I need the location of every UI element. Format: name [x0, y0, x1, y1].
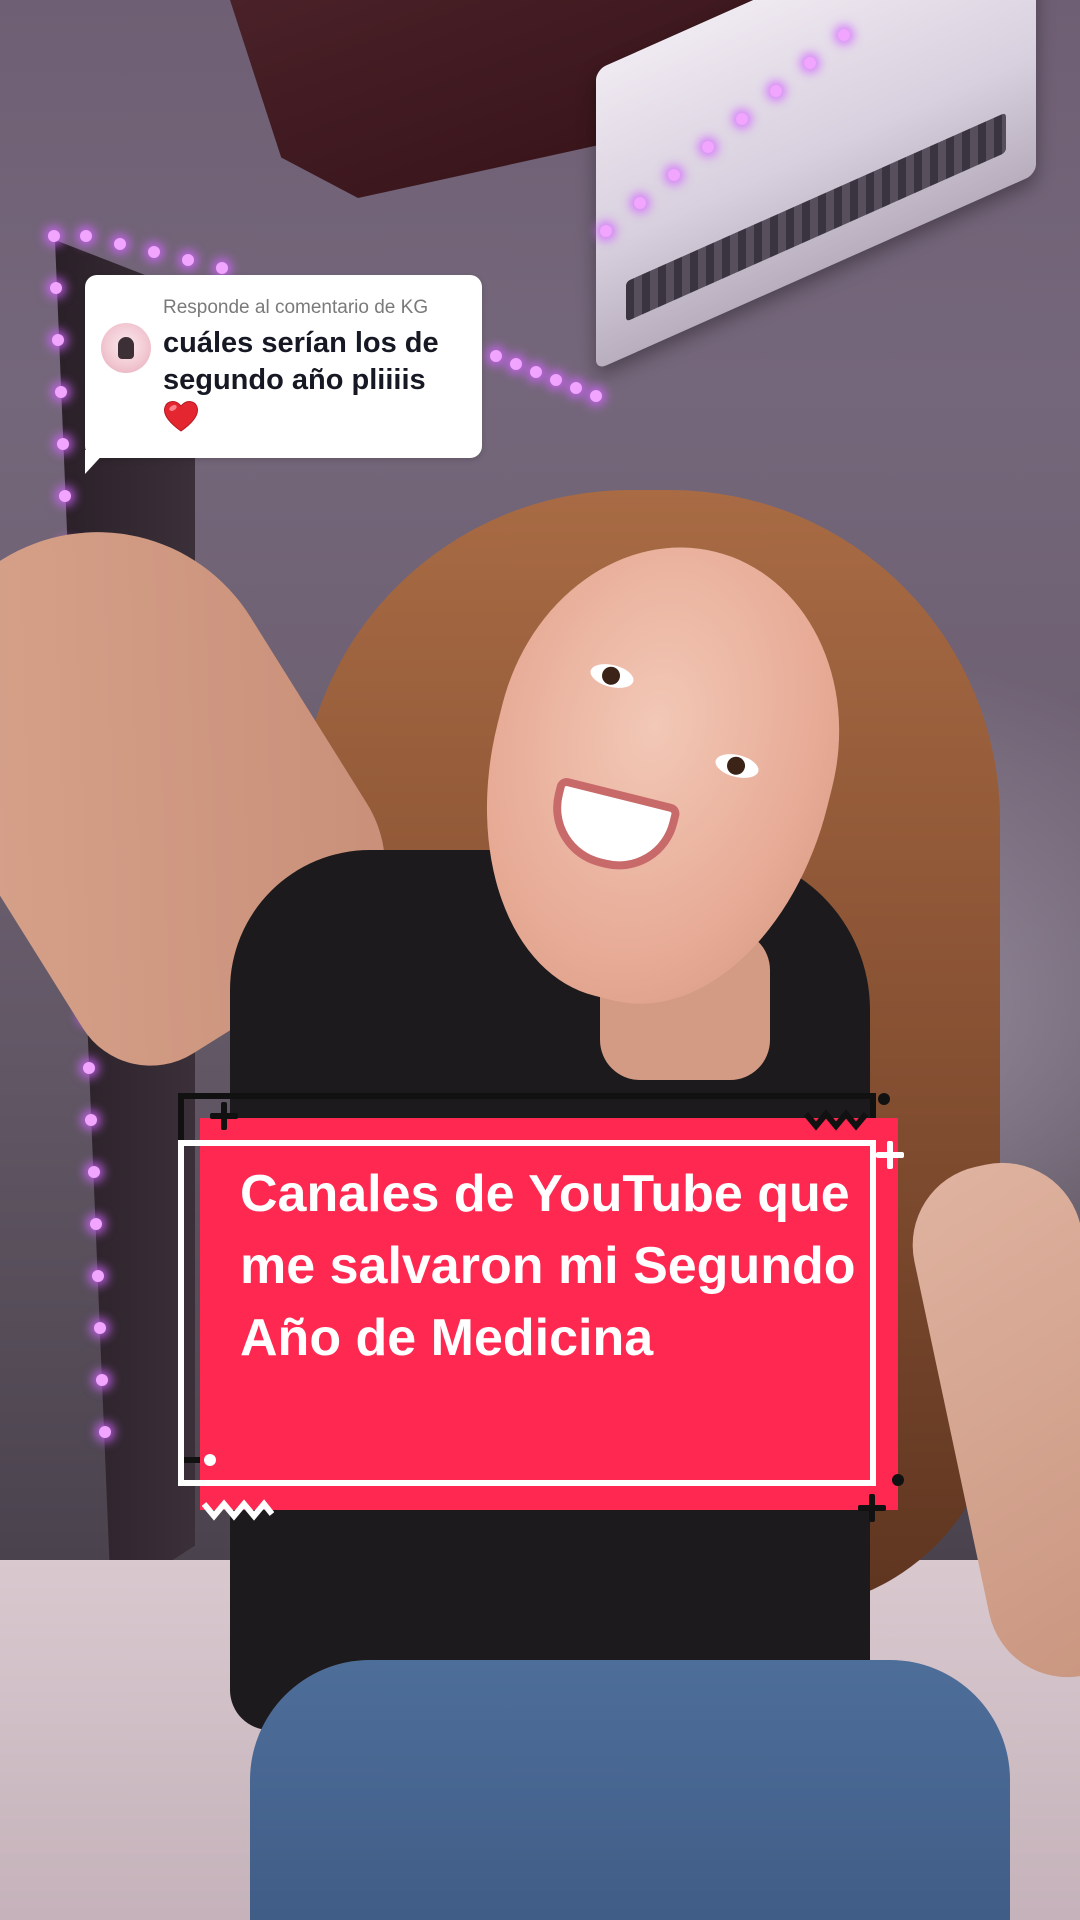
led-light-dot	[550, 374, 562, 386]
reply-comment-text: cuáles serían los de segundo año pliiiis	[163, 327, 439, 396]
led-light-dot	[510, 358, 522, 370]
led-light-dot	[600, 225, 612, 237]
reply-header: Responde al comentario de KG	[163, 297, 429, 318]
led-light-dot	[490, 350, 502, 362]
zigzag-decoration-icon	[202, 1499, 274, 1521]
title-card-text: Canales de YouTube que me salvaron mi Se…	[240, 1165, 856, 1367]
zigzag-decoration-icon	[804, 1109, 869, 1131]
video-frame[interactable]: Responde al comentario de KG cuáles serí…	[0, 0, 1080, 1920]
person-jeans	[250, 1660, 1010, 1920]
dot-decoration-icon	[878, 1093, 890, 1105]
led-light-dot	[56, 438, 69, 450]
led-light-dot	[736, 113, 748, 125]
led-light-dot	[668, 169, 680, 181]
led-light-dot	[530, 366, 542, 378]
led-light-dot	[634, 197, 646, 209]
air-conditioner	[596, 0, 1036, 371]
led-light-dot	[838, 29, 850, 41]
air-conditioner-vent	[626, 112, 1006, 322]
dot-decoration-icon	[892, 1474, 904, 1486]
reply-bubble-tail	[85, 450, 107, 474]
led-light-dot	[570, 382, 582, 394]
avatar-figure	[118, 337, 134, 359]
led-light-dot	[98, 1426, 111, 1438]
led-light-dot	[59, 490, 71, 502]
led-light-dot	[87, 1166, 100, 1178]
led-light-dot	[804, 57, 816, 69]
led-light-dot	[148, 246, 160, 258]
red-heart-icon	[164, 401, 198, 432]
plus-decoration-icon	[876, 1141, 904, 1169]
led-light-dot	[54, 386, 67, 398]
led-light-dot	[114, 238, 126, 250]
dot-decoration-icon	[204, 1454, 216, 1466]
led-light-dot	[48, 230, 60, 242]
led-light-dot	[89, 1218, 102, 1230]
led-light-dot	[182, 254, 194, 266]
plus-decoration-icon	[858, 1494, 886, 1522]
led-light-dot	[80, 230, 92, 242]
led-light-dot	[702, 141, 714, 153]
reply-comment-sticker[interactable]: Responde al comentario de KG cuáles serí…	[85, 275, 482, 458]
led-light-dot	[92, 1270, 104, 1282]
commenter-avatar	[101, 323, 151, 373]
led-light-dot	[590, 390, 602, 402]
led-light-dot	[216, 262, 228, 274]
led-light-dot	[770, 85, 782, 97]
plus-decoration-icon	[210, 1102, 238, 1130]
